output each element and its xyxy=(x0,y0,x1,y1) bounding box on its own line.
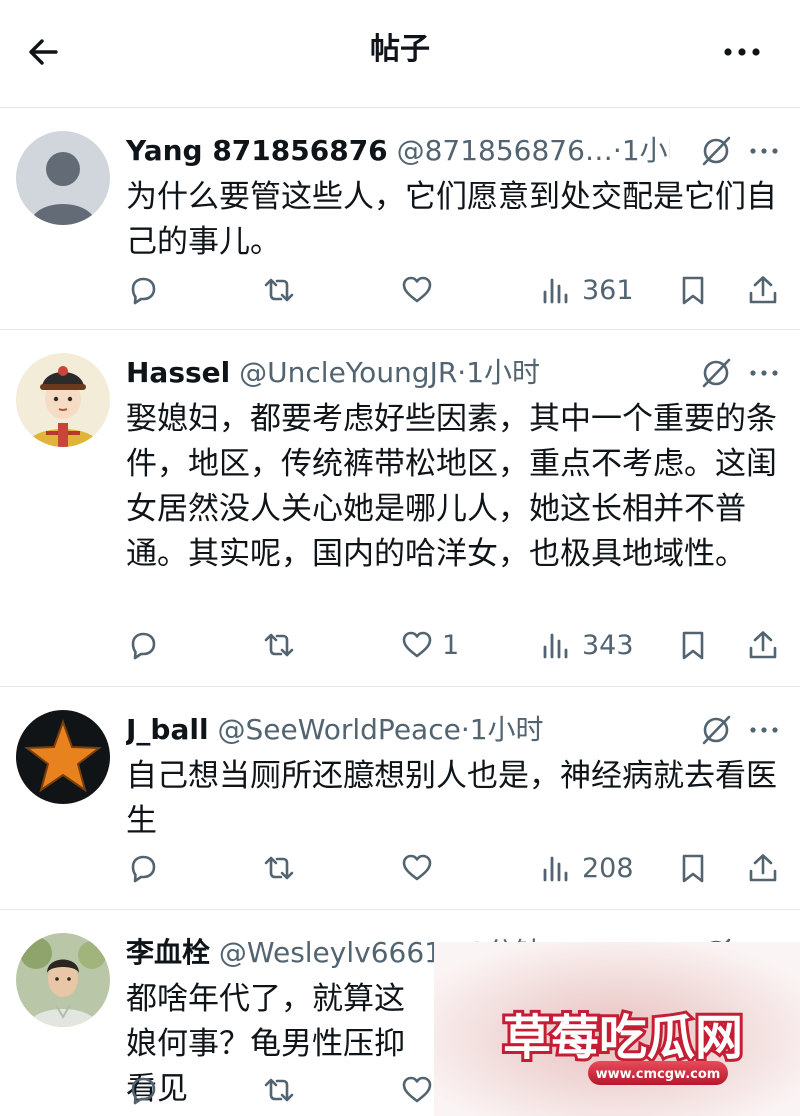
like-button[interactable]: 1 xyxy=(400,623,459,667)
post-text: 娶媳妇，都要考虑好些因素，其中一个重要的条件，地区，传统裤带松地区，重点不考虑。… xyxy=(126,401,777,572)
share-icon xyxy=(749,854,777,882)
more-options-icon[interactable] xyxy=(722,34,762,70)
share-icon xyxy=(749,631,777,659)
post-actions: 361 xyxy=(0,268,800,312)
repost-icon xyxy=(264,633,294,657)
post-more-icon[interactable] xyxy=(748,361,780,385)
username[interactable]: @UncleYoungJR xyxy=(239,356,457,389)
reply-button[interactable] xyxy=(126,623,160,667)
avatar[interactable] xyxy=(16,131,110,225)
views-button[interactable]: 343 xyxy=(540,623,634,667)
bookmark-button[interactable] xyxy=(676,846,710,890)
post[interactable]: J_ball @SeeWorldPeace·1小时 自己想当厕所还臆想别人也是，… xyxy=(0,688,800,910)
view-count: 208 xyxy=(582,852,634,884)
like-count: 1 xyxy=(442,629,460,661)
bookmark-icon xyxy=(682,631,704,660)
watermark: 草莓吃瓜网 www.cmcgw.com xyxy=(434,942,800,1116)
post-actions: 208 xyxy=(0,846,800,890)
repost-icon xyxy=(264,278,294,302)
share-button[interactable] xyxy=(746,623,780,667)
like-button[interactable] xyxy=(400,1068,434,1112)
timestamp[interactable]: ·1小时 xyxy=(613,134,670,167)
reply-button[interactable] xyxy=(126,846,160,890)
post-more-icon[interactable] xyxy=(748,718,780,742)
like-button[interactable] xyxy=(400,846,442,890)
post-text: 自己想当厕所还臆想别人也是，神经病就去看医生 xyxy=(126,758,777,839)
post[interactable]: Hassel @UncleYoungJR·1小时 娶媳妇，都要考虑好些因素，其中… xyxy=(0,331,800,687)
grok-icon[interactable] xyxy=(698,355,734,391)
post-header: J_ball @SeeWorldPeace·1小时 xyxy=(126,708,670,752)
post-more-icon[interactable] xyxy=(748,139,780,163)
repost-button[interactable] xyxy=(262,1068,296,1112)
top-bar: 帖子 xyxy=(0,0,800,108)
post-header: Hassel @UncleYoungJR·1小时 xyxy=(126,351,670,395)
grok-icon[interactable] xyxy=(698,712,734,748)
page-title: 帖子 xyxy=(370,32,430,67)
post-actions: 1 343 xyxy=(0,623,800,667)
watermark-title: 草莓吃瓜网 xyxy=(503,1010,743,1066)
reply-icon xyxy=(131,632,156,660)
display-name[interactable]: Hassel xyxy=(126,356,230,389)
display-name[interactable]: Yang 871856876 xyxy=(126,134,388,167)
view-count: 343 xyxy=(582,629,634,661)
repost-button[interactable] xyxy=(262,623,296,667)
timestamp[interactable]: ·1小时 xyxy=(461,713,544,746)
reply-button[interactable] xyxy=(126,268,160,312)
repost-button[interactable] xyxy=(262,846,296,890)
post-text: 为什么要管这些人，它们愿意到处交配是它们自己的事儿。 xyxy=(126,179,777,260)
bookmark-button[interactable] xyxy=(676,623,710,667)
bookmark-icon xyxy=(682,854,704,883)
username[interactable]: @Wesleylv6661 xyxy=(219,936,442,969)
post-header: Yang 871856876 @871856876…·1小时 xyxy=(126,129,670,173)
view-count: 361 xyxy=(582,274,634,306)
like-button[interactable] xyxy=(400,268,442,312)
avatar[interactable] xyxy=(16,353,110,447)
avatar[interactable] xyxy=(16,710,110,804)
repost-icon xyxy=(264,1078,294,1102)
heart-icon xyxy=(402,854,432,881)
avatar[interactable] xyxy=(16,933,110,1027)
views-chart-icon xyxy=(543,856,568,882)
watermark-url: www.cmcgw.com xyxy=(596,1067,721,1082)
bookmark-icon xyxy=(682,276,704,305)
share-button[interactable] xyxy=(746,268,780,312)
views-button[interactable]: 208 xyxy=(540,846,634,890)
timestamp[interactable]: ·1小时 xyxy=(457,356,540,389)
share-button[interactable] xyxy=(746,846,780,890)
grok-icon[interactable] xyxy=(698,133,734,169)
views-chart-icon xyxy=(543,633,568,659)
views-button[interactable]: 361 xyxy=(540,268,634,312)
reply-icon xyxy=(131,1077,156,1105)
repost-icon xyxy=(264,856,294,880)
display-name[interactable]: J_ball xyxy=(126,713,209,746)
reply-icon xyxy=(131,277,156,305)
heart-icon xyxy=(402,276,432,303)
heart-icon xyxy=(402,1076,432,1103)
reply-button[interactable] xyxy=(126,1068,160,1112)
display-name[interactable]: 李血栓 xyxy=(126,936,210,969)
bookmark-button[interactable] xyxy=(676,268,710,312)
share-icon xyxy=(749,276,777,304)
reply-icon xyxy=(131,855,156,883)
heart-icon xyxy=(402,631,432,658)
repost-button[interactable] xyxy=(262,268,296,312)
post[interactable]: Yang 871856876 @871856876…·1小时 为什么要管这些人，… xyxy=(0,109,800,330)
username[interactable]: @SeeWorldPeace xyxy=(217,713,460,746)
username[interactable]: @871856876… xyxy=(397,134,613,167)
views-chart-icon xyxy=(543,278,568,304)
